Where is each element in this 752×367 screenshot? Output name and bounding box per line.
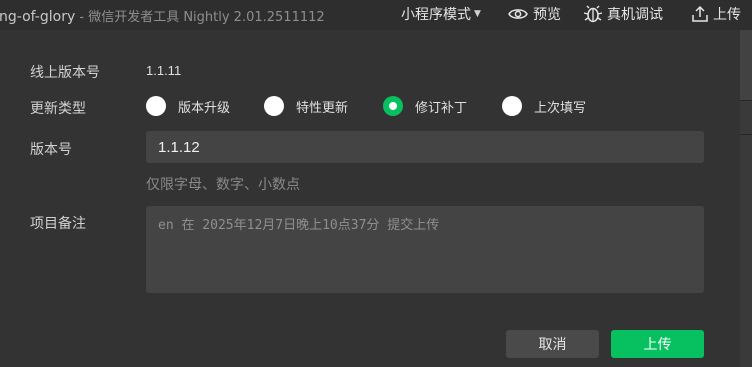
background-panel <box>740 30 752 367</box>
mode-dropdown[interactable]: 小程序模式 ▼ <box>401 4 481 24</box>
title-bar: ng-of-glory - 微信开发者工具 Nightly 2.01.25111… <box>0 0 752 31</box>
remote-debug-button[interactable]: 真机调试 <box>583 4 663 24</box>
radio-label: 上次填写 <box>534 100 587 116</box>
radio-last-filled[interactable]: 上次填写 <box>502 95 586 117</box>
window-title: ng-of-glory - 微信开发者工具 Nightly 2.01.25111… <box>0 6 325 25</box>
radio-label: 版本升级 <box>178 100 231 116</box>
app-subtitle: - 微信开发者工具 Nightly 2.01.2511112 <box>75 10 325 25</box>
background-panel-header <box>740 30 752 101</box>
radio-patch-fix[interactable]: 修订补丁 <box>383 95 467 117</box>
remote-debug-label: 真机调试 <box>607 7 663 23</box>
online-version-value: 1.1.11 <box>146 63 182 78</box>
project-notes-label: 项目备注 <box>30 216 86 232</box>
radio-label: 修订补丁 <box>415 100 468 116</box>
cancel-button[interactable]: 取消 <box>506 330 599 358</box>
upload-icon <box>691 5 709 23</box>
eye-icon <box>508 7 528 21</box>
upload-button[interactable]: 上传 <box>611 330 704 358</box>
radio-label: 特性更新 <box>296 100 349 116</box>
version-label: 版本号 <box>30 142 72 158</box>
radio-circle-checked <box>383 96 403 116</box>
upload-dialog: 线上版本号 1.1.11 更新类型 版本升级 特性更新 修订补丁 上次填写 版本… <box>0 30 740 367</box>
radio-circle <box>502 96 522 116</box>
preview-button[interactable]: 预览 <box>508 4 561 24</box>
radio-circle <box>264 96 284 116</box>
version-hint: 仅限字母、数字、小数点 <box>146 177 300 193</box>
upload-toolbar-button[interactable]: 上传 <box>691 4 741 24</box>
preview-label: 预览 <box>533 7 561 23</box>
project-name: ng-of-glory <box>0 9 76 25</box>
mode-label: 小程序模式 <box>401 7 471 23</box>
radio-circle <box>146 96 166 116</box>
version-input[interactable]: 1.1.12 <box>146 131 704 163</box>
background-panel-divider <box>740 134 752 135</box>
chevron-down-icon: ▼ <box>474 9 481 19</box>
project-notes-textarea[interactable]: en 在 2025年12月7日晚上10点37分 提交上传 <box>146 206 704 293</box>
upload-toolbar-label: 上传 <box>713 7 741 23</box>
radio-feature-update[interactable]: 特性更新 <box>264 95 348 117</box>
radio-version-upgrade[interactable]: 版本升级 <box>146 95 230 117</box>
update-type-label: 更新类型 <box>30 101 86 117</box>
online-version-label: 线上版本号 <box>30 65 100 81</box>
bug-icon <box>583 5 603 23</box>
